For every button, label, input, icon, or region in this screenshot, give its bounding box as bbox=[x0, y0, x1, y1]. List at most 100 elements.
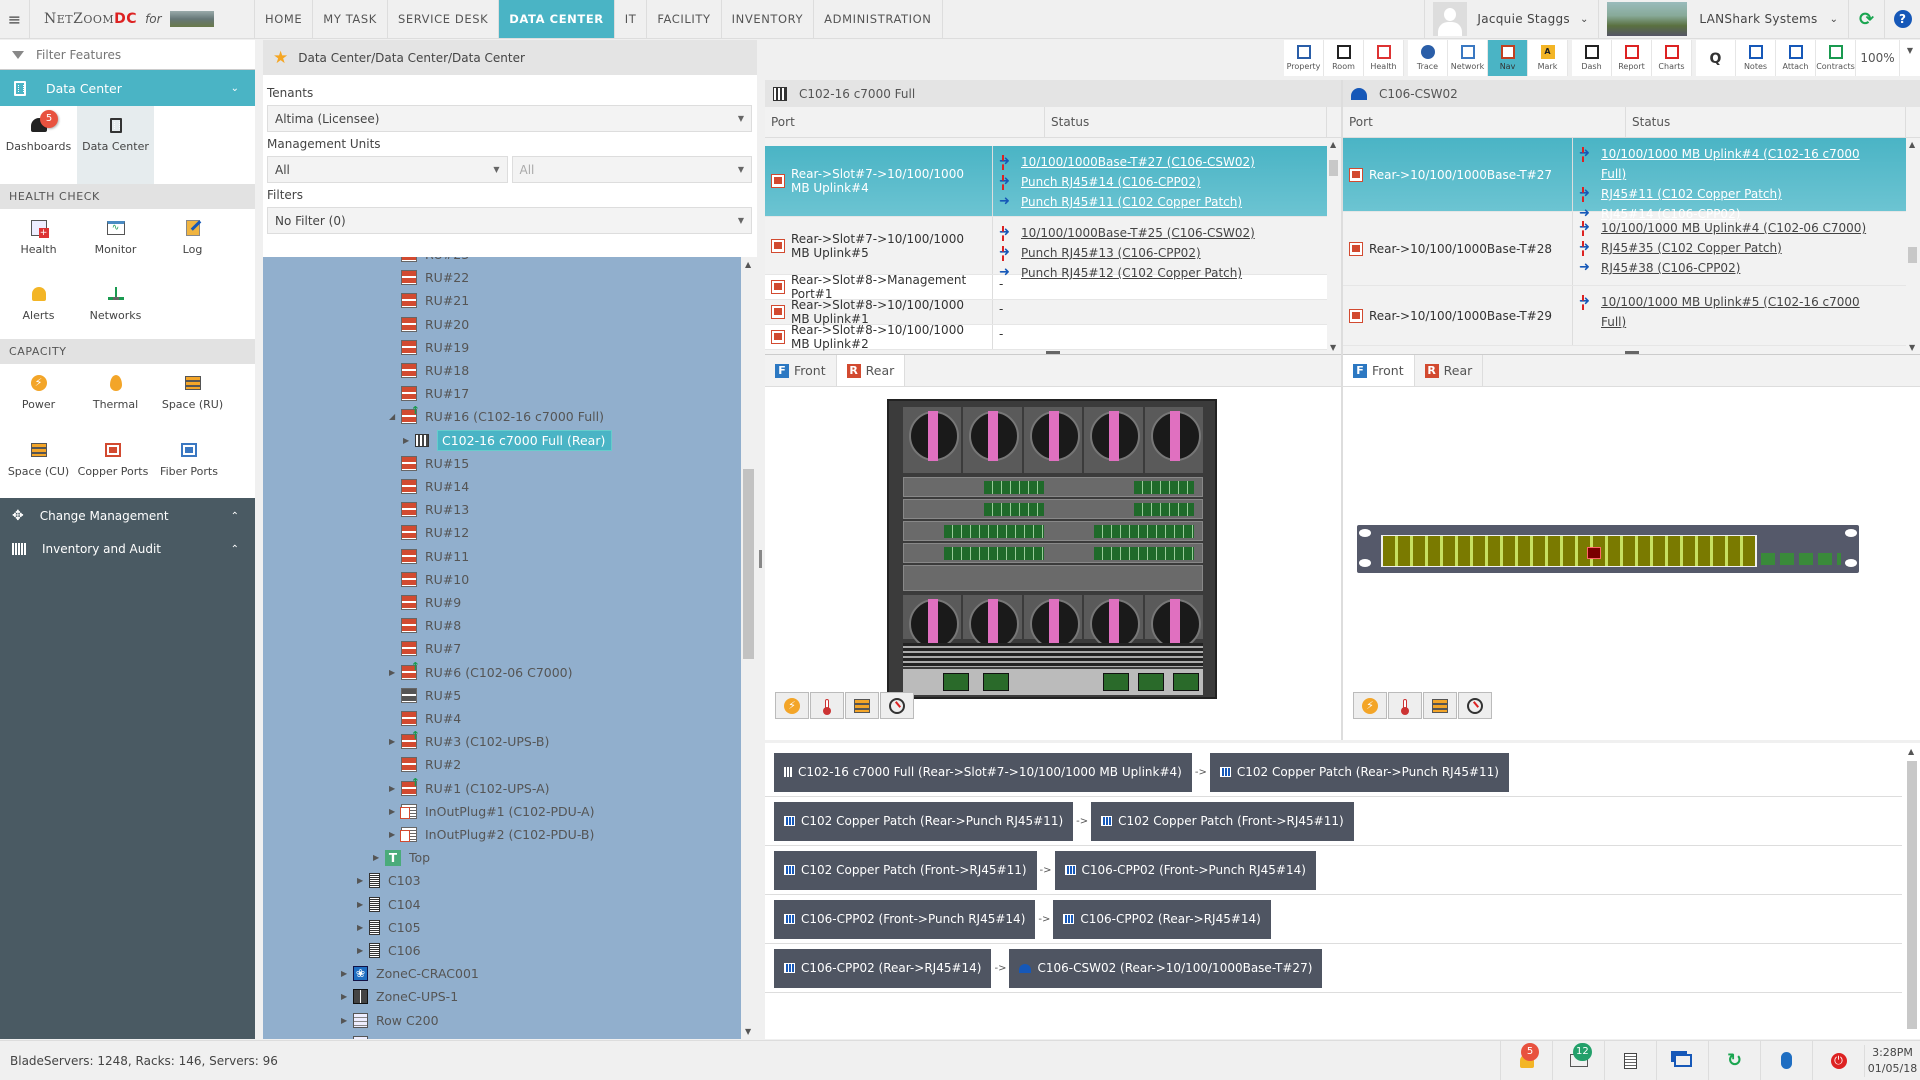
management-unit-select-2[interactable]: All ▼ bbox=[511, 156, 752, 183]
connection-link-text[interactable]: Punch RJ45#11 (C102 Copper Patch) bbox=[1021, 192, 1242, 212]
inventory-audit-section[interactable]: Inventory and Audit ⌃ bbox=[0, 534, 255, 564]
trace-node-to[interactable]: C102 Copper Patch (Front->RJ45#11) bbox=[1091, 801, 1354, 841]
scroll-down-icon[interactable]: ▼ bbox=[1909, 343, 1915, 352]
expand-arrow-icon[interactable]: ▶ bbox=[357, 900, 369, 909]
toolbar-button-network[interactable]: Network bbox=[1448, 40, 1488, 76]
connection-link-text[interactable]: 10/100/1000Base-T#25 (C106-CSW02) bbox=[1021, 223, 1255, 243]
scroll-down-icon[interactable]: ▼ bbox=[1330, 343, 1336, 352]
more-options-icon[interactable]: ▼ bbox=[1900, 40, 1920, 76]
tree-node[interactable]: RU#20 bbox=[389, 313, 469, 336]
port-row[interactable]: Rear->10/100/1000Base-T#28 ➜ 10/100/1000 M… bbox=[1343, 212, 1920, 286]
tree-node[interactable]: RU#19 bbox=[389, 336, 469, 359]
utilization-gauge-button[interactable] bbox=[1458, 692, 1492, 719]
trace-scrollbar[interactable]: ▲ bbox=[1904, 747, 1920, 1039]
column-header-port[interactable]: Port bbox=[1343, 107, 1626, 137]
nav-tab-service-desk[interactable]: SERVICE DESK bbox=[388, 0, 500, 38]
tile-health[interactable]: Health bbox=[0, 209, 77, 275]
nav-tab-it[interactable]: IT bbox=[615, 0, 648, 38]
connection-link-text[interactable]: 10/100/1000 MB Uplink#5 (C102-16 c7000 F… bbox=[1601, 292, 1884, 332]
tile-thermal[interactable]: Thermal bbox=[77, 364, 154, 430]
tree-node[interactable]: RU#4 bbox=[389, 707, 461, 730]
trace-node-from[interactable]: C102-16 c7000 Full (Rear->Slot#7->10/100… bbox=[774, 752, 1192, 792]
change-management-section[interactable]: ✥ Change Management ⌃ bbox=[0, 498, 255, 534]
switch-front-image[interactable] bbox=[1357, 525, 1859, 573]
expand-arrow-icon[interactable]: ▶ bbox=[341, 969, 353, 978]
hamburger-menu-icon[interactable]: ≡ bbox=[0, 0, 30, 38]
favorite-star-icon[interactable]: ★ bbox=[273, 48, 288, 68]
resize-handle[interactable] bbox=[1046, 351, 1060, 354]
tab-rear[interactable]: R Rear bbox=[836, 355, 906, 386]
port-row[interactable]: Rear->10/100/1000Base-T#29 ➜ 10/100/1000 M… bbox=[1343, 286, 1920, 346]
expand-arrow-icon[interactable]: ▶ bbox=[341, 1016, 353, 1025]
management-unit-select-1[interactable]: All ▼ bbox=[267, 156, 508, 183]
tree-node[interactable]: ▶ RU#3 (C102-UPS-B) bbox=[389, 729, 549, 753]
tile-fiber-ports[interactable]: Fiber Ports bbox=[149, 431, 229, 497]
tenants-select[interactable]: Altima (Licensee) ▼ bbox=[267, 105, 752, 132]
tree-node[interactable]: RU#7 bbox=[389, 637, 461, 660]
connection-link-text[interactable]: RJ45#38 (C106-CPP02) bbox=[1601, 258, 1740, 278]
tile-networks[interactable]: Networks bbox=[77, 275, 154, 341]
data-center-section-header[interactable]: Data Center ⌄ bbox=[0, 70, 255, 106]
toolbar-button-property[interactable]: Property bbox=[1284, 40, 1324, 76]
highlighted-port[interactable] bbox=[1587, 547, 1601, 559]
toolbar-button-dash[interactable]: Dash bbox=[1572, 40, 1612, 76]
tile-monitor[interactable]: ∿ Monitor bbox=[77, 209, 154, 275]
scrollbar-thumb[interactable] bbox=[1908, 247, 1917, 263]
tree-node[interactable]: ▶ C106 bbox=[357, 939, 421, 962]
resize-handle[interactable] bbox=[1624, 351, 1639, 354]
blade-enclosure-image[interactable] bbox=[887, 399, 1217, 699]
tree-node[interactable]: ▶ RU#6 (C102-06 C7000) bbox=[389, 660, 573, 684]
tile-data-center[interactable]: Data Center bbox=[77, 106, 154, 184]
nav-tab-data-center[interactable]: DATA CENTER bbox=[499, 0, 615, 38]
port-row[interactable]: Rear->Slot#7->10/100/1000 MB Uplink#5 ➜ 10… bbox=[765, 217, 1341, 280]
tree-node[interactable]: RU#10 bbox=[389, 568, 469, 591]
column-header-status[interactable]: Status bbox=[1626, 107, 1906, 137]
toolbar-button-attach[interactable]: Attach bbox=[1776, 40, 1816, 76]
tab-front[interactable]: F Front bbox=[1343, 355, 1415, 386]
remote-desktop-button[interactable] bbox=[1656, 1040, 1708, 1080]
trace-node-from[interactable]: C106-CPP02 (Rear->RJ45#14) bbox=[774, 948, 992, 988]
connection-link-text[interactable]: 10/100/1000Base-T#27 (C106-CSW02) bbox=[1021, 152, 1255, 172]
tree-node[interactable]: ▶ Row C200 bbox=[341, 1009, 439, 1032]
connection-link-text[interactable]: 10/100/1000 MB Uplink#4 (C102-06 C7000) bbox=[1601, 218, 1866, 238]
power-off-button[interactable]: ⏻ bbox=[1812, 1040, 1864, 1080]
tile-space-ru[interactable]: Space (RU) bbox=[154, 364, 231, 430]
space-capacity-button[interactable] bbox=[1423, 692, 1457, 719]
toolbar-button-search[interactable]: Q bbox=[1696, 40, 1736, 76]
expand-arrow-icon[interactable]: ▶ bbox=[403, 436, 415, 445]
toolbar-button-health[interactable]: Health bbox=[1364, 40, 1404, 76]
tree-node[interactable]: RU#8 bbox=[389, 614, 461, 637]
expand-arrow-icon[interactable]: ▶ bbox=[389, 784, 401, 793]
tree-node[interactable]: ▶ ❀ ZoneC-CRAC001 bbox=[341, 962, 479, 985]
tab-rear[interactable]: R Rear bbox=[1415, 355, 1484, 386]
port-row[interactable]: Rear->10/100/1000Base-T#27 ➜ 10/100/1000 M… bbox=[1343, 138, 1920, 221]
tree-node[interactable]: ▶ InOutPlug#1 (C102-PDU-A) bbox=[389, 800, 595, 823]
scroll-up-icon[interactable]: ▲ bbox=[1908, 747, 1914, 756]
tree-node[interactable]: RU#9 bbox=[389, 591, 461, 614]
filter-features-input[interactable] bbox=[36, 47, 236, 62]
port-table-scrollbar[interactable]: ▲ ▼ bbox=[1906, 138, 1920, 354]
scrollbar-thumb[interactable] bbox=[743, 469, 754, 659]
tree-node[interactable]: RU#14 bbox=[389, 475, 469, 498]
scroll-up-icon[interactable]: ▲ bbox=[745, 260, 751, 269]
scroll-up-icon[interactable]: ▲ bbox=[1909, 140, 1915, 149]
port-row[interactable]: Rear->Slot#7->10/100/1000 MB Uplink#4 ➜ 10… bbox=[765, 146, 1341, 217]
messages-button[interactable]: 12 bbox=[1552, 1040, 1604, 1080]
tree-node[interactable]: RU#15 bbox=[389, 452, 469, 475]
filters-select[interactable]: No Filter (0) ▼ bbox=[267, 207, 752, 234]
tree-node[interactable]: RU#5 bbox=[389, 684, 461, 707]
thermal-capacity-button[interactable] bbox=[1388, 692, 1422, 719]
tree-node[interactable]: ▶ InOutPlug#2 (C102-PDU-B) bbox=[389, 823, 594, 846]
tree-node[interactable]: ▶Row C300 bbox=[341, 1032, 439, 1039]
port-table-scrollbar[interactable]: ▲ ▼ bbox=[1327, 138, 1341, 354]
expand-arrow-icon[interactable]: ▶ bbox=[389, 668, 401, 677]
tree-scrollbar[interactable]: ▲ ▼ bbox=[741, 257, 757, 1039]
column-header-port[interactable]: Port bbox=[765, 107, 1045, 137]
toolbar-button-notes[interactable]: Notes bbox=[1736, 40, 1776, 76]
thermal-capacity-button[interactable] bbox=[810, 692, 844, 719]
expand-arrow-icon[interactable]: ▶ bbox=[357, 946, 369, 955]
tile-power[interactable]: ⚡ Power bbox=[0, 364, 77, 430]
space-capacity-button[interactable] bbox=[845, 692, 879, 719]
tree-node[interactable]: RU#13 bbox=[389, 498, 469, 521]
tree-node[interactable]: ▶ C105 bbox=[357, 916, 421, 939]
